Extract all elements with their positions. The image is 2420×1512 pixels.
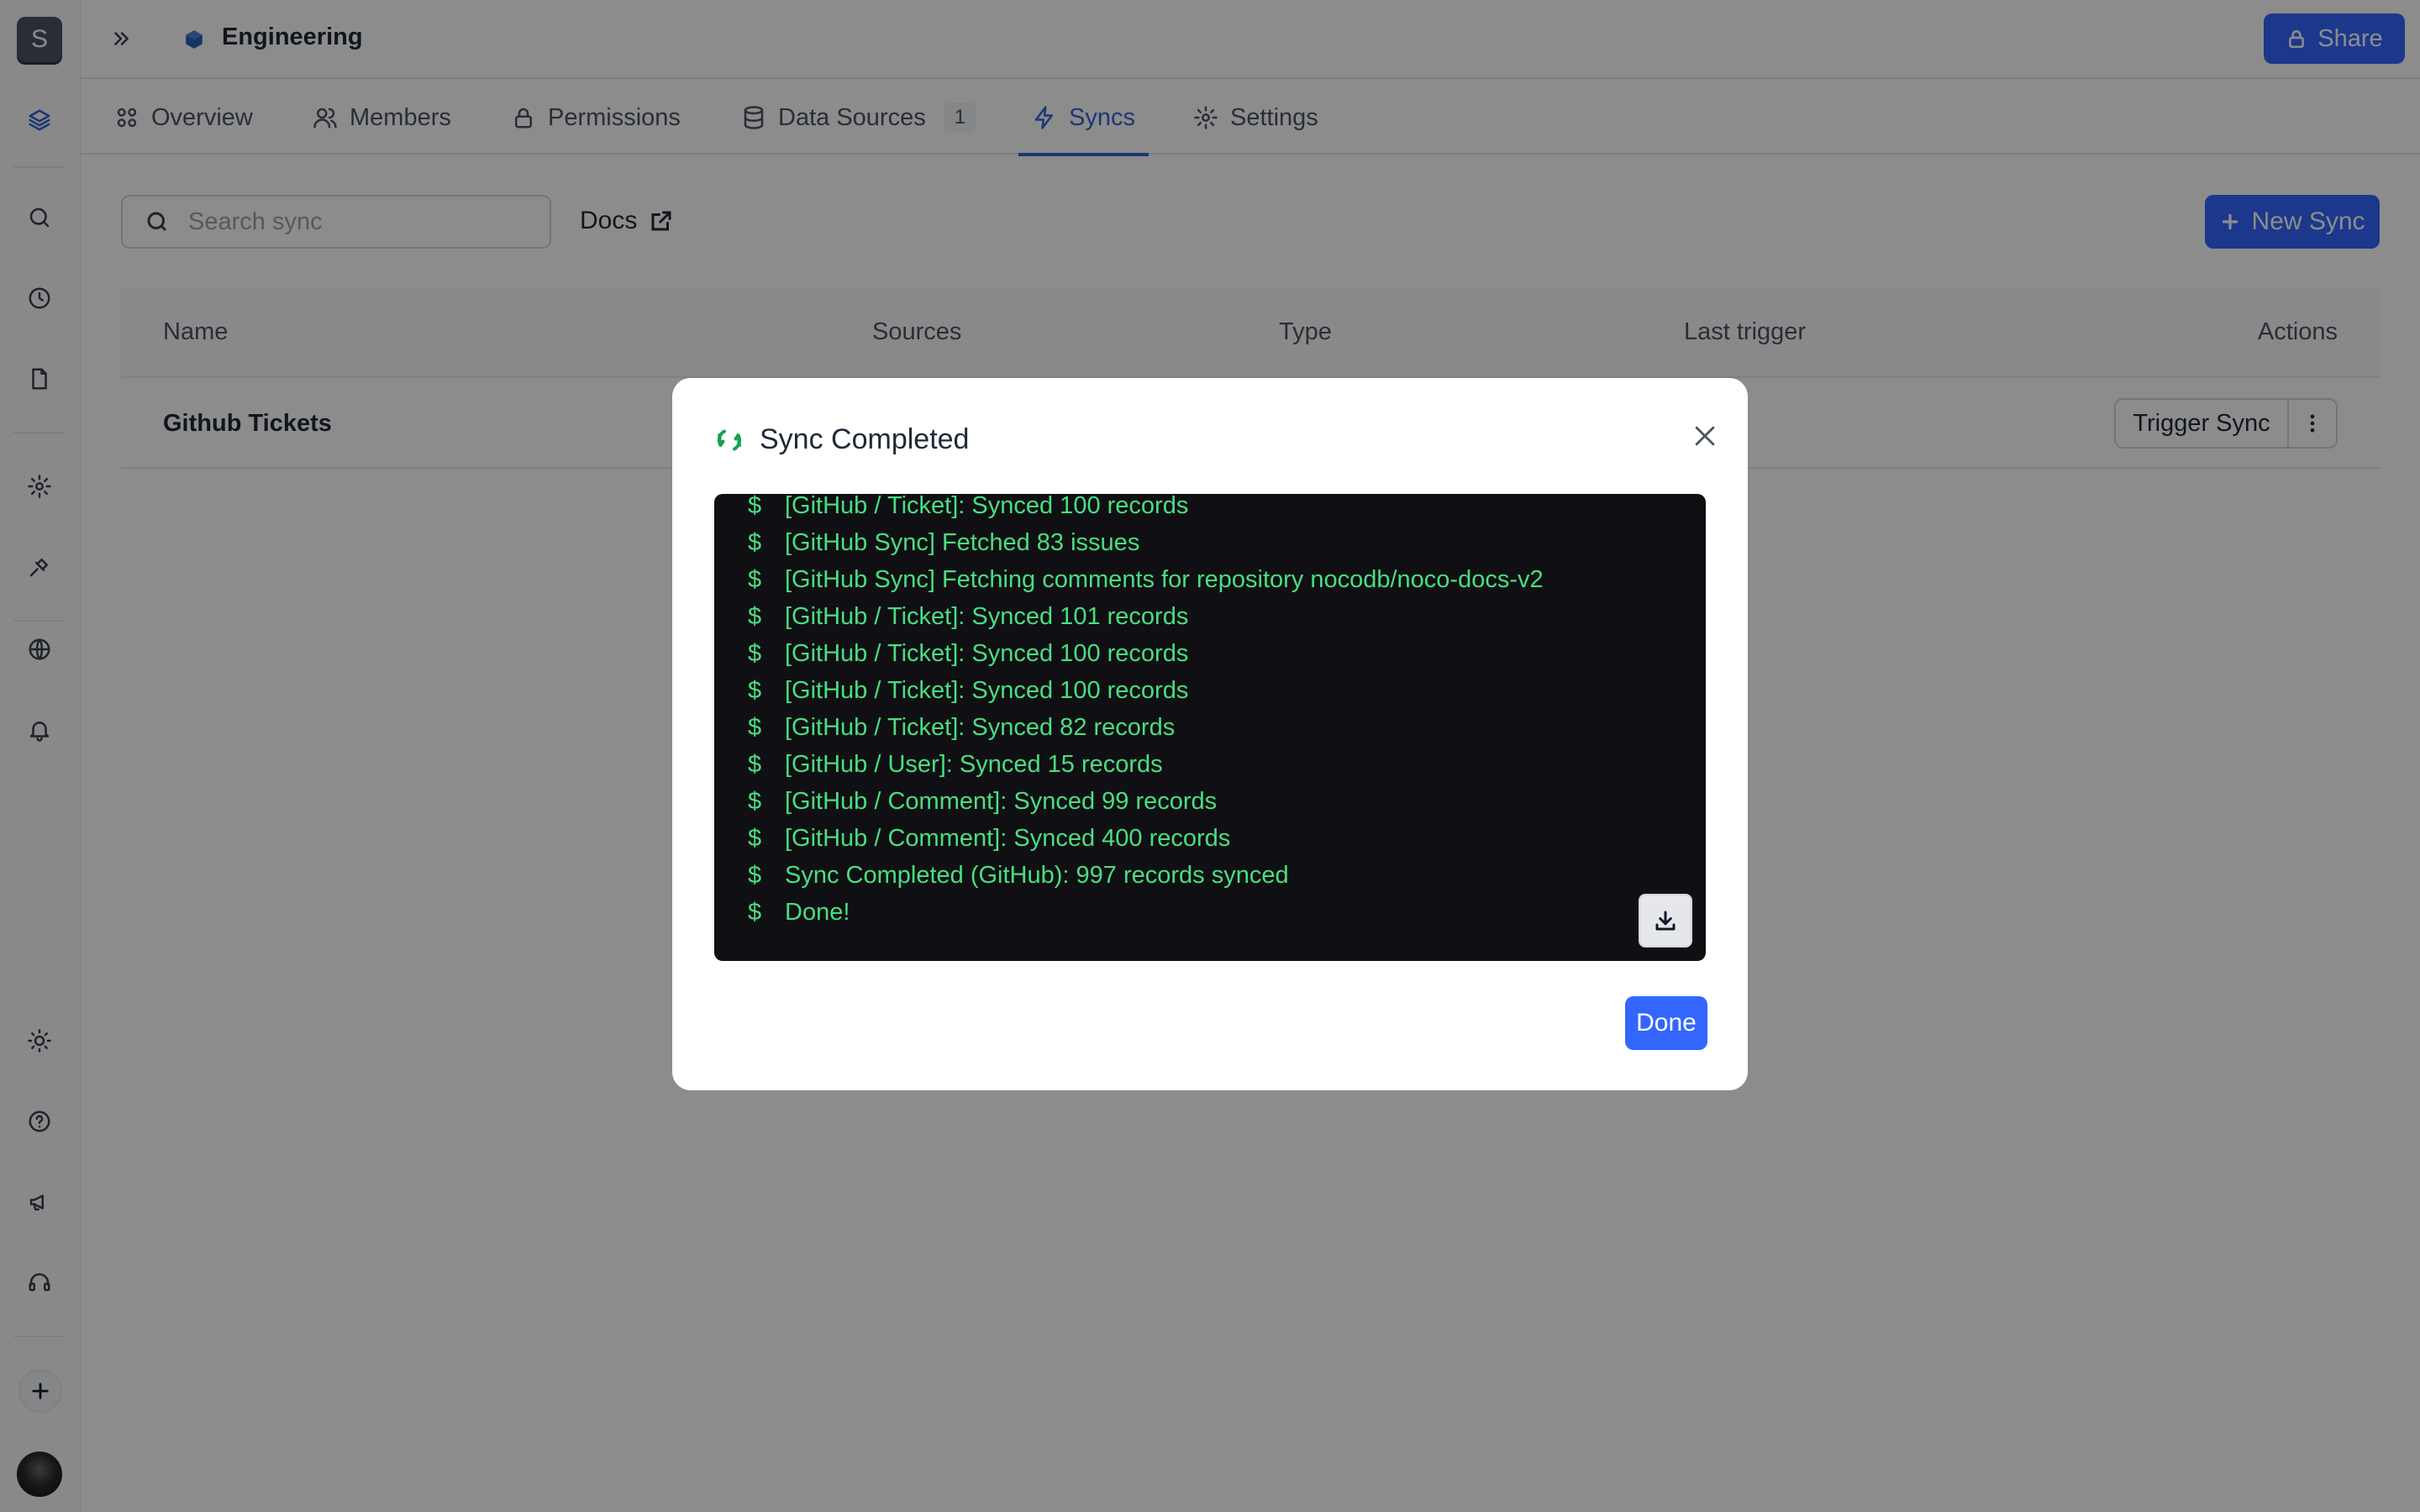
log-line: $ [GitHub / Comment]: Synced 400 records (748, 825, 1231, 852)
sync-log-terminal[interactable]: $ [GitHub / Ticket]: Synced 100 records $… (714, 494, 1706, 961)
modal-title: Sync Completed (760, 423, 970, 455)
log-line: $ [GitHub Sync] Fetched 83 issues (748, 529, 1140, 556)
log-line: $ [GitHub / Ticket]: Synced 101 records (748, 603, 1189, 630)
log-line: $ [GitHub / User]: Synced 15 records (748, 751, 1163, 778)
log-line: $ [GitHub / Ticket]: Synced 100 records (748, 677, 1189, 704)
sync-icon (717, 429, 742, 451)
log-line: $ [GitHub / Ticket]: Synced 82 records (748, 714, 1176, 741)
download-icon (1655, 911, 1676, 931)
log-line: $ [GitHub / Ticket]: Synced 100 records (748, 640, 1189, 667)
log-line: $ [GitHub / Ticket]: Synced 100 records (748, 494, 1189, 519)
log-line: $ [GitHub Sync] Fetching comments for rep… (748, 566, 1544, 593)
download-log-button[interactable] (1639, 894, 1692, 948)
sync-completed-modal: Sync Completed $ [GitHub / Ticket]: Synce… (672, 378, 1748, 1090)
log-line: $ Done! (748, 899, 850, 926)
close-icon[interactable] (1686, 417, 1724, 455)
log-line: $ Sync Completed (GitHub): 997 records sy… (748, 862, 1289, 889)
done-label: Done (1636, 1009, 1697, 1037)
log-line: $ [GitHub / Comment]: Synced 99 records (748, 788, 1218, 815)
done-button[interactable]: Done (1625, 996, 1707, 1050)
